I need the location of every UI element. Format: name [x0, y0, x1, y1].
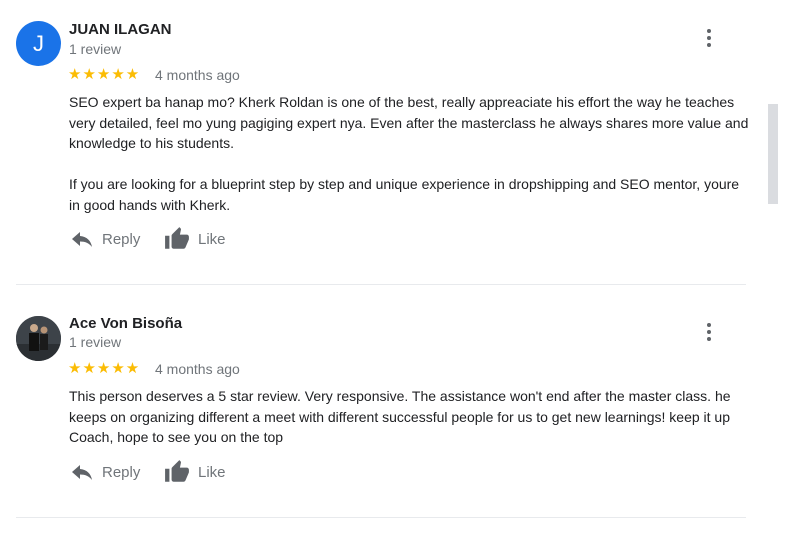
review-count[interactable]: 1 review — [69, 334, 121, 350]
review-paragraph: SEO expert ba hanap mo? Kherk Roldan is … — [69, 94, 749, 151]
more-vert-icon — [707, 323, 711, 327]
scrollbar-thumb[interactable] — [768, 104, 778, 204]
star-rating: ★★★★★ — [68, 360, 141, 377]
reply-button[interactable]: Reply — [70, 228, 140, 250]
review-paragraph: This person deserves a 5 star review. Ve… — [69, 388, 731, 445]
like-button[interactable]: Like — [164, 459, 226, 485]
reviewer-name[interactable]: JUAN ILAGAN — [69, 21, 172, 38]
like-button[interactable]: Like — [164, 226, 226, 252]
reply-label: Reply — [102, 463, 141, 481]
review-text: SEO expert ba hanap mo? Kherk Roldan is … — [69, 92, 749, 215]
reply-icon — [72, 465, 92, 480]
review-text: This person deserves a 5 star review. Ve… — [69, 386, 749, 448]
reply-label: Reply — [102, 230, 141, 248]
divider — [16, 284, 746, 285]
like-label: Like — [198, 463, 226, 481]
thumb-up-icon — [165, 460, 189, 482]
more-options-button[interactable] — [696, 25, 722, 51]
review-paragraph: If you are looking for a blueprint step … — [69, 176, 740, 213]
review-date: 4 months ago — [155, 67, 240, 83]
avatar[interactable]: J — [16, 21, 61, 66]
reviewer-name[interactable]: Ace Von Bisoña — [69, 315, 182, 332]
thumb-up-icon — [165, 227, 189, 249]
reply-icon — [72, 232, 92, 247]
review-count[interactable]: 1 review — [69, 41, 121, 57]
more-options-button[interactable] — [696, 319, 722, 345]
divider — [16, 517, 746, 518]
reply-button[interactable]: Reply — [70, 461, 140, 483]
star-rating: ★★★★★ — [68, 66, 141, 83]
avatar[interactable] — [16, 316, 61, 361]
like-label: Like — [198, 230, 226, 248]
more-vert-icon — [707, 29, 711, 33]
review-date: 4 months ago — [155, 361, 240, 377]
